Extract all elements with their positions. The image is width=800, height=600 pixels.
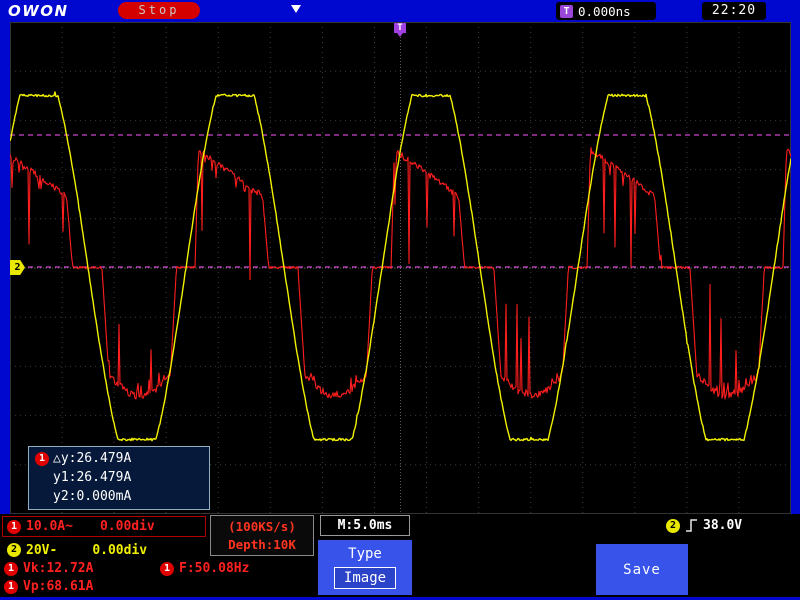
cursor-y1-value: y1:26.479A xyxy=(53,470,132,485)
type-image-button[interactable]: Type Image xyxy=(318,540,412,595)
channel1-status[interactable]: 1 10.0A~ 0.00div xyxy=(2,516,206,537)
measurement-vp: 1 Vp:68.61A xyxy=(4,579,93,594)
cursor-y2-value: y2:0.000mA xyxy=(53,489,132,504)
cursor-delta-value: △y:26.479A xyxy=(53,451,132,466)
channel2-scale: 20V- xyxy=(26,542,58,558)
status-bar: 1 10.0A~ 0.00div 2 20V- 0.00div (100KS/s… xyxy=(0,514,800,597)
trigger-offset-box: T 0.000ns xyxy=(556,2,656,20)
waveform-display: T 2 1 △y:26.479A y1:26.479A y2:0.000mA xyxy=(9,22,792,514)
measurement-frequency-value: F:50.08Hz xyxy=(179,561,250,576)
channel1-scale: 10.0A~ xyxy=(26,519,73,534)
timebase-box[interactable]: M:5.0ms xyxy=(320,515,410,536)
measurement-vp-value: Vp:68.61A xyxy=(23,579,94,594)
top-bar: OWON Stop T 0.000ns 22:20 xyxy=(0,0,800,22)
memory-depth: Depth:10K xyxy=(228,537,296,552)
measurement-vk-value: Vk:12.72A xyxy=(23,561,94,576)
brand-logo: OWON xyxy=(8,2,69,20)
trigger-level-value: 38.0V xyxy=(703,518,743,533)
trigger-offset-value: 0.000ns xyxy=(578,3,631,19)
channel2-offset: 0.00div xyxy=(92,542,148,558)
acquisition-info-box: (100KS/s) Depth:10K xyxy=(210,515,314,556)
channel1-badge-icon: 1 xyxy=(35,451,49,466)
trigger-position-marker[interactable]: T xyxy=(394,23,406,37)
measurement-vk: 1 Vk:12.72A xyxy=(4,561,93,576)
scope-canvas xyxy=(9,22,792,514)
type-button-title: Type xyxy=(348,545,382,562)
type-button-value: Image xyxy=(333,567,397,590)
channel1-badge-icon: 1 xyxy=(160,561,174,576)
rising-edge-icon xyxy=(686,519,697,532)
sample-rate: (100KS/s) xyxy=(228,519,296,534)
measurement-frequency: 1 F:50.08Hz xyxy=(160,561,249,576)
channel1-offset: 0.00div xyxy=(99,519,155,534)
trigger-level-info[interactable]: 2 38.0V xyxy=(666,518,742,533)
channel2-badge-icon: 2 xyxy=(7,543,21,557)
cursor-delta-row: 1 △y:26.479A xyxy=(35,449,203,468)
channel2-status[interactable]: 2 20V- 0.00div xyxy=(3,541,151,559)
run-stop-button[interactable]: Stop xyxy=(118,2,200,19)
channel1-badge-icon: 1 xyxy=(4,561,18,576)
trigger-channel-badge-icon: 2 xyxy=(666,518,680,533)
channel1-badge-icon: 1 xyxy=(7,519,21,534)
cursor-measure-box: 1 △y:26.479A y1:26.479A y2:0.000mA xyxy=(28,446,210,510)
oscilloscope-screen: OWON Stop T 0.000ns 22:20 T 2 1 △y:26.47… xyxy=(0,0,800,600)
horizontal-position-marker-icon xyxy=(291,5,301,13)
trigger-t-icon: T xyxy=(560,4,573,18)
channel1-badge-icon: 1 xyxy=(4,579,18,594)
clock: 22:20 xyxy=(702,2,766,20)
save-button[interactable]: Save xyxy=(596,544,688,595)
